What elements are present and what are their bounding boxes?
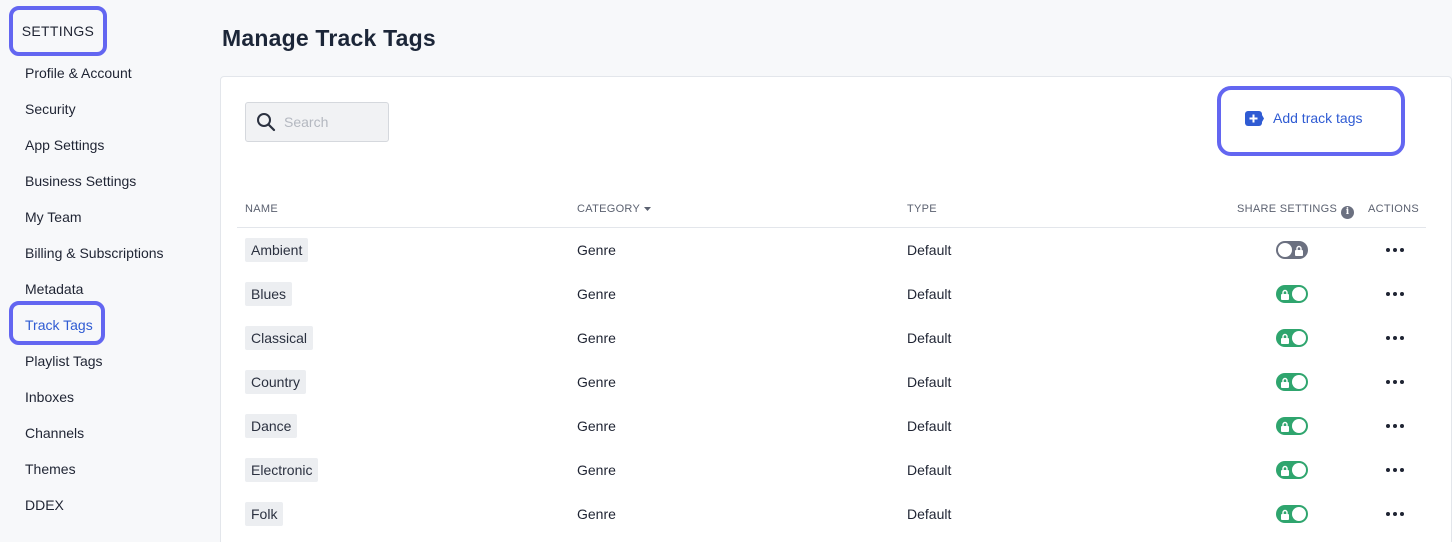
sidebar-item-channels[interactable]: Channels xyxy=(25,423,84,443)
share-settings-toggle[interactable] xyxy=(1276,329,1308,347)
sidebar-item-metadata[interactable]: Metadata xyxy=(25,279,83,299)
row-actions-menu-button[interactable] xyxy=(1383,416,1407,436)
more-dots-icon xyxy=(1386,292,1390,296)
sidebar-item-security[interactable]: Security xyxy=(25,99,76,119)
sidebar-item-track-tags[interactable]: Track Tags xyxy=(25,315,93,335)
row-actions-menu-button[interactable] xyxy=(1383,372,1407,392)
column-header-actions: ACTIONS xyxy=(1368,203,1419,215)
tag-name-chip: Country xyxy=(245,370,307,394)
column-header-name[interactable]: NAME xyxy=(245,202,278,216)
row-actions-menu-button[interactable] xyxy=(1383,504,1407,524)
more-dots-icon xyxy=(1386,512,1390,516)
table-row: Blues Genre Default xyxy=(237,272,1426,316)
tag-type: Default xyxy=(907,462,952,478)
sort-caret-icon xyxy=(644,207,652,212)
share-settings-toggle[interactable] xyxy=(1276,373,1308,391)
column-header-category[interactable]: CATEGORY xyxy=(577,202,652,216)
tag-category: Genre xyxy=(577,418,616,434)
more-dots-icon xyxy=(1386,380,1390,384)
toggle-knob xyxy=(1292,375,1306,389)
tag-category: Genre xyxy=(577,462,616,478)
sidebar-item-business-settings[interactable]: Business Settings xyxy=(25,171,136,191)
tag-type: Default xyxy=(907,374,952,390)
more-dots-icon xyxy=(1386,468,1390,472)
more-dots-icon xyxy=(1386,248,1390,252)
table-row: Dance Genre Default xyxy=(237,404,1426,448)
share-settings-toggle[interactable] xyxy=(1276,505,1308,523)
sidebar-item-themes[interactable]: Themes xyxy=(25,459,76,479)
column-header-share-label: SHARE SETTINGS xyxy=(1237,203,1338,215)
table-row: Folk Genre Default xyxy=(237,492,1426,536)
add-track-tags-label: Add track tags xyxy=(1273,110,1363,126)
table-row: Ambient Genre Default xyxy=(237,228,1426,272)
tag-category: Genre xyxy=(577,506,616,522)
sidebar-item-billing-subscriptions[interactable]: Billing & Subscriptions xyxy=(25,243,164,263)
tag-name-chip: Ambient xyxy=(245,238,309,262)
share-settings-toggle[interactable] xyxy=(1276,241,1308,259)
tag-type: Default xyxy=(907,330,952,346)
tag-name-chip: Electronic xyxy=(245,458,319,482)
lock-icon xyxy=(1279,420,1291,432)
toggle-knob xyxy=(1292,331,1306,345)
toggle-knob xyxy=(1292,287,1306,301)
lock-icon xyxy=(1279,332,1291,344)
toggle-knob xyxy=(1292,507,1306,521)
sidebar-item-app-settings[interactable]: App Settings xyxy=(25,135,104,155)
tag-type: Default xyxy=(907,242,952,258)
tag-type: Default xyxy=(907,286,952,302)
toggle-knob xyxy=(1278,243,1292,257)
lock-icon xyxy=(1279,508,1291,520)
add-track-tags-button[interactable]: Add track tags xyxy=(1245,108,1363,128)
search-icon xyxy=(257,113,276,132)
lock-icon xyxy=(1279,376,1291,388)
lock-icon xyxy=(1279,288,1291,300)
table-row: Electronic Genre Default xyxy=(237,448,1426,492)
table-row: Classical Genre Default xyxy=(237,316,1426,360)
sidebar-item-inboxes[interactable]: Inboxes xyxy=(25,387,74,407)
sidebar-item-playlist-tags[interactable]: Playlist Tags xyxy=(25,351,103,371)
tag-name-chip: Classical xyxy=(245,326,314,350)
plus-square-icon xyxy=(1245,110,1264,126)
share-settings-toggle[interactable] xyxy=(1276,417,1308,435)
row-actions-menu-button[interactable] xyxy=(1383,284,1407,304)
table-row: Country Genre Default xyxy=(237,360,1426,404)
column-header-share-settings: SHARE SETTINGS i xyxy=(1237,202,1355,219)
page-title: Manage Track Tags xyxy=(222,25,436,51)
column-header-category-label: CATEGORY xyxy=(577,203,641,215)
lock-icon xyxy=(1293,244,1305,256)
row-actions-menu-button[interactable] xyxy=(1383,240,1407,260)
share-settings-toggle[interactable] xyxy=(1276,285,1308,303)
tag-name-chip: Folk xyxy=(245,502,284,526)
toggle-knob xyxy=(1292,463,1306,477)
tag-name-chip: Blues xyxy=(245,282,293,306)
more-dots-icon xyxy=(1386,424,1390,428)
settings-sidebar: SETTINGS Profile & Account Security App … xyxy=(0,0,210,542)
tag-category: Genre xyxy=(577,286,616,302)
search-box[interactable] xyxy=(245,102,389,142)
tag-category: Genre xyxy=(577,242,616,258)
lock-icon xyxy=(1279,464,1291,476)
sidebar-item-profile-account[interactable]: Profile & Account xyxy=(25,63,132,83)
sidebar-header: SETTINGS xyxy=(9,6,107,56)
tag-category: Genre xyxy=(577,374,616,390)
tag-type: Default xyxy=(907,418,952,434)
column-header-type[interactable]: TYPE xyxy=(907,202,937,216)
row-actions-menu-button[interactable] xyxy=(1383,328,1407,348)
toggle-knob xyxy=(1292,419,1306,433)
tag-type: Default xyxy=(907,506,952,522)
more-dots-icon xyxy=(1386,336,1390,340)
tag-name-chip: Dance xyxy=(245,414,298,438)
search-input[interactable] xyxy=(284,114,380,130)
sidebar-item-ddex[interactable]: DDEX xyxy=(25,495,64,515)
row-actions-menu-button[interactable] xyxy=(1383,460,1407,480)
share-settings-toggle[interactable] xyxy=(1276,461,1308,479)
sidebar-item-my-team[interactable]: My Team xyxy=(25,207,82,227)
tag-category: Genre xyxy=(577,330,616,346)
